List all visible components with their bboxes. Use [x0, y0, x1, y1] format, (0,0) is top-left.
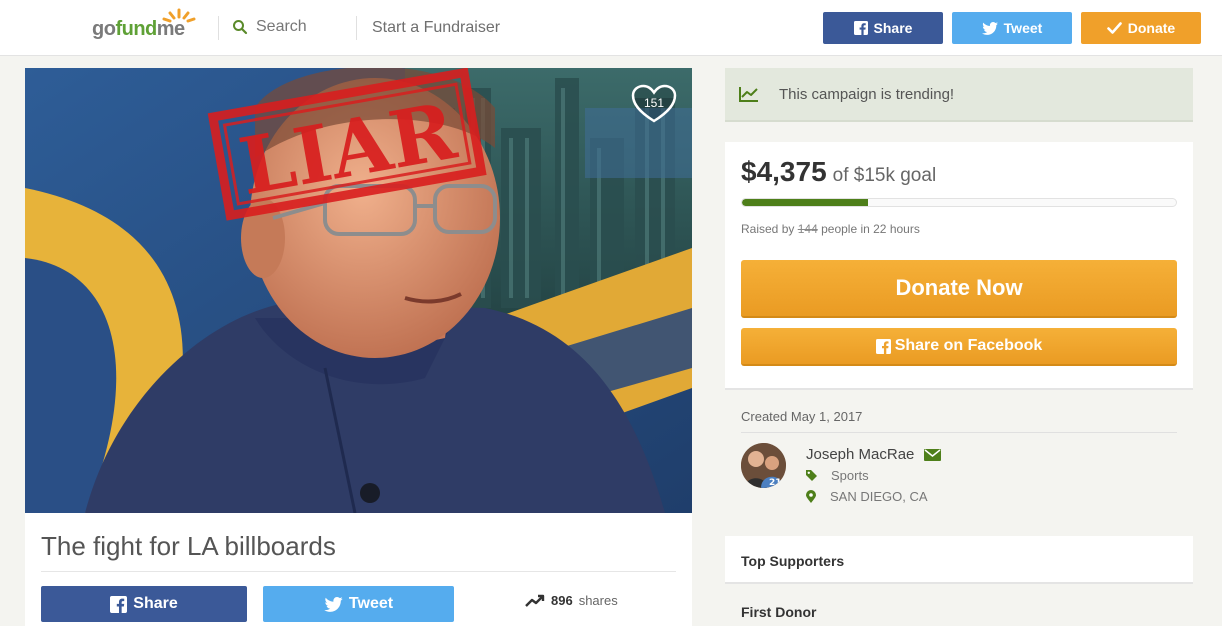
trending-up-icon: [525, 594, 545, 607]
first-donor-title: First Donor: [741, 604, 817, 620]
title-divider: [41, 571, 676, 572]
trending-banner: This campaign is trending!: [725, 68, 1193, 122]
avatar-image: 21: [741, 443, 786, 488]
organizer-avatar[interactable]: 21: [741, 443, 786, 488]
campaign-share-label: Share: [133, 595, 178, 612]
header-donate-label: Donate: [1127, 20, 1176, 36]
amount-row: $4,375 of $15k goal: [741, 156, 936, 188]
facebook-icon: [853, 21, 868, 35]
tag-icon: [806, 470, 817, 481]
top-header: gofundme Search Start a Fundraiser Share: [0, 0, 1222, 56]
campaign-photo-illustration: LIAR: [25, 68, 692, 513]
twitter-icon: [981, 21, 998, 35]
envelope-icon[interactable]: [924, 448, 942, 461]
amount-raised: $4,375: [741, 156, 827, 187]
facebook-icon: [110, 595, 128, 613]
logo-sun-icon: [162, 8, 196, 23]
header-donate-button[interactable]: Donate: [1081, 12, 1201, 44]
trending-text: This campaign is trending!: [779, 85, 955, 103]
created-divider: [741, 432, 1177, 433]
shares-count: 896: [551, 593, 573, 608]
top-supporters-title: Top Supporters: [741, 553, 845, 569]
campaign-tweet-button[interactable]: Tweet: [263, 586, 454, 622]
map-pin-icon: [806, 490, 816, 503]
header-divider: [356, 16, 357, 40]
location-row: SAN DIEGO, CA: [806, 489, 928, 504]
raised-suffix: people in 22 hours: [821, 222, 920, 236]
campaign-title: The fight for LA billboards: [41, 531, 336, 561]
category-row: Sports: [806, 468, 869, 483]
progress-bar: [741, 198, 1177, 207]
start-fundraiser-link[interactable]: Start a Fundraiser: [372, 19, 500, 37]
share-on-facebook-button[interactable]: Share on Facebook: [741, 328, 1177, 366]
logo-fund: fund: [115, 18, 157, 40]
header-tweet-button[interactable]: Tweet: [952, 12, 1072, 44]
organizer-name[interactable]: Joseph MacRae: [806, 446, 914, 463]
header-share-label: Share: [873, 20, 913, 36]
header-tweet-label: Tweet: [1003, 20, 1043, 36]
goal-text: of $15k goal: [832, 165, 937, 186]
header-divider: [218, 16, 219, 40]
share-on-facebook-label: Share on Facebook: [894, 337, 1043, 354]
progress-fill: [742, 199, 868, 206]
shares-counter: 896 shares: [525, 593, 618, 608]
search-icon: [233, 20, 248, 35]
location-text: SAN DIEGO, CA: [830, 489, 928, 504]
shares-label: shares: [578, 593, 618, 608]
created-date: Created May 1, 2017: [741, 409, 863, 424]
campaign-share-button[interactable]: Share: [41, 586, 247, 622]
twitter-icon: [324, 596, 343, 612]
logo-go: go: [92, 18, 116, 40]
raised-prefix: Raised by: [741, 222, 795, 236]
heart-button[interactable]: 151: [630, 84, 678, 124]
raised-count: 144: [797, 222, 818, 236]
organizer-name-row: Joseph MacRae: [806, 446, 942, 463]
campaign-title-card: The fight for LA billboards Share Tweet …: [25, 513, 692, 626]
campaign-photo: LIAR: [25, 68, 692, 513]
search-label: Search: [256, 18, 307, 35]
header-share-button[interactable]: Share: [823, 12, 943, 44]
raised-summary: Raised by 144 people in 22 hours: [741, 222, 920, 236]
facebook-icon: [875, 338, 891, 354]
top-supporters-card: Top Supporters: [725, 536, 1193, 584]
svg-text:21: 21: [769, 478, 782, 488]
trending-chart-icon: [739, 87, 758, 102]
check-icon: [1106, 22, 1122, 34]
donation-card: $4,375 of $15k goal Raised by 144 people…: [725, 142, 1193, 390]
search-link[interactable]: Search: [232, 18, 307, 36]
donate-now-button[interactable]: Donate Now: [741, 260, 1177, 318]
campaign-tweet-label: Tweet: [348, 595, 394, 612]
heart-count: 151: [643, 96, 665, 110]
category-link[interactable]: Sports: [831, 468, 869, 483]
